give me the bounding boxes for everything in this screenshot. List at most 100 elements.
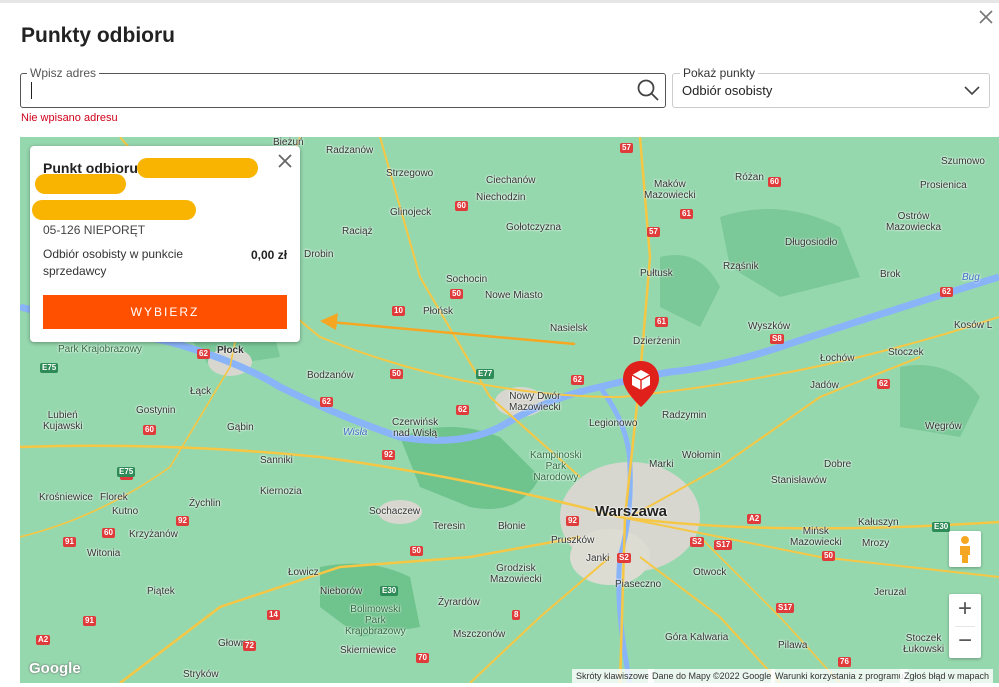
- map-label-gabin: Gąbin: [227, 422, 254, 433]
- address-field-label: Wpisz adres: [27, 66, 100, 80]
- google-logo: Google: [29, 660, 81, 677]
- map-label-grodzisk: Grodzisk Mazowiecki: [490, 563, 542, 585]
- map-label-ostrow: Ostrów Mazowiecka: [886, 211, 942, 233]
- map-label-dzierzenin: Dzierżenin: [633, 336, 681, 347]
- road-shield: 60: [143, 425, 156, 435]
- road-shield: E77: [476, 369, 495, 379]
- map-label-zychlin: Żychlin: [189, 498, 221, 509]
- map-label-kiernozia: Kiernozia: [260, 486, 302, 497]
- map-label-brok: Brok: [880, 269, 901, 280]
- map-label-ciechanow: Ciechanów: [486, 175, 536, 186]
- map-label-park-krajobrazowy: Park Krajobrazowy: [58, 344, 142, 355]
- map-label-wisla: Wisła: [343, 427, 368, 438]
- popup-postal-address: 05-126 NIEPORĘT: [43, 223, 146, 237]
- road-shield: 50: [410, 546, 423, 556]
- map-label-wegrow: Węgrów: [925, 421, 962, 432]
- report-error-link[interactable]: Zgłoś błąd w mapach: [900, 669, 994, 683]
- pickup-points-dialog: Punkty odbioru Wpisz adres Nie wpisano a…: [0, 0, 999, 687]
- redaction-mark: [32, 200, 196, 220]
- map-label-radzymin: Radzymin: [662, 410, 707, 421]
- road-shield: E75: [117, 467, 136, 477]
- road-shield: 92: [566, 516, 579, 526]
- map-label-dobre: Dobre: [824, 459, 852, 470]
- terms-link[interactable]: Warunki korzystania z programu: [771, 669, 908, 683]
- road-shield: 62: [320, 397, 333, 407]
- map-label-niechodzin: Niechodzin: [476, 192, 526, 203]
- map-label-golotczyzna: Gołotczyzna: [506, 222, 562, 233]
- road-shield: 62: [571, 375, 584, 385]
- dialog-title: Punkty odbioru: [21, 24, 175, 47]
- map-label-rozan: Różan: [735, 172, 764, 183]
- map-label-piatek: Piątek: [147, 586, 175, 597]
- road-shield: 61: [680, 209, 693, 219]
- map-label-krzyzanow: Krzyżanów: [129, 529, 178, 540]
- map-label-wolomin: Wołomin: [682, 450, 721, 461]
- road-shield: 76: [838, 657, 851, 667]
- keyboard-shortcuts-link[interactable]: Skróty klawiszowe: [572, 669, 654, 683]
- map-label-bodzanow: Bodzanów: [307, 370, 354, 381]
- road-shield: 57: [647, 227, 660, 237]
- road-shield: 62: [197, 349, 210, 359]
- map-label-stanislawow: Stanisławów: [771, 475, 827, 486]
- map-label-lubien: Lubień Kujawski: [43, 410, 83, 432]
- road-shield: 70: [416, 653, 429, 663]
- map-label-kutno: Kutno: [112, 506, 139, 517]
- map-label-pilawa: Pilawa: [778, 640, 808, 651]
- road-shield: 60: [455, 201, 468, 211]
- road-shield: 62: [456, 405, 469, 415]
- close-icon[interactable]: [975, 6, 997, 28]
- road-shield: S2: [617, 553, 631, 563]
- address-input[interactable]: [30, 80, 620, 102]
- map-label-bug: Bug: [962, 272, 980, 283]
- redaction-mark: [137, 158, 258, 178]
- zoom-controls: + −: [949, 594, 981, 658]
- road-shield: S2: [690, 537, 704, 547]
- road-shield: 50: [450, 289, 463, 299]
- map-label-pultusk: Pułtusk: [640, 268, 673, 279]
- map-label-sochaczew: Sochaczew: [369, 506, 421, 517]
- road-shield: 50: [390, 369, 403, 379]
- road-shield: 60: [768, 177, 781, 187]
- map-label-nowemiasto: Nowe Miasto: [485, 290, 543, 301]
- points-filter-value[interactable]: Odbiór osobisty: [682, 83, 772, 98]
- chevron-down-icon[interactable]: [963, 83, 981, 97]
- road-shield: A2: [747, 514, 762, 524]
- map-label-blonie: Błonie: [498, 521, 526, 532]
- map-label-kampinos: Kampinoski Park Narodowy: [530, 450, 582, 483]
- road-shield: A2: [36, 635, 51, 645]
- map-label-bolimowski: Bolimowski Park Krajobrazowy: [345, 604, 406, 637]
- map-label-sanniki: Sanniki: [260, 455, 293, 466]
- points-filter-label: Pokaż punkty: [680, 66, 759, 80]
- map-label-florek: Florek: [100, 492, 128, 503]
- road-shield: 60: [102, 528, 115, 538]
- map-label-lack: Łąck: [190, 386, 212, 397]
- close-icon[interactable]: [276, 152, 294, 170]
- road-shield: 92: [176, 516, 189, 526]
- road-shield: 72: [243, 641, 256, 651]
- map-label-nieborow: Nieborów: [320, 586, 363, 597]
- road-shield: 61: [655, 317, 668, 327]
- road-shield: 91: [83, 616, 96, 626]
- map-label-warszawa: Warszawa: [595, 503, 667, 520]
- road-shield: 91: [63, 537, 76, 547]
- map-label-zyrardow: Żyrardów: [438, 597, 480, 608]
- map-pin-icon[interactable]: [621, 359, 661, 409]
- map-label-mszczonow: Mszczonów: [453, 629, 506, 640]
- street-view-button[interactable]: [949, 531, 981, 567]
- map-label-szumowo: Szumowo: [941, 156, 985, 167]
- map-label-otwock: Otwock: [693, 567, 727, 578]
- select-point-button[interactable]: WYBIERZ: [43, 295, 287, 329]
- map-label-strzegowo: Strzegowo: [386, 168, 434, 179]
- top-divider: [0, 0, 999, 3]
- map-label-minsk: Mińsk Mazowiecki: [790, 526, 842, 548]
- map-label-stoczek-lukowski: Stoczek Łukowski: [903, 633, 945, 655]
- road-shield: 62: [877, 379, 890, 389]
- zoom-out-button[interactable]: −: [949, 627, 981, 658]
- road-shield: 92: [382, 450, 395, 460]
- search-icon[interactable]: [636, 78, 661, 103]
- road-shield: 50: [822, 551, 835, 561]
- map-label-plonsk: Płońsk: [423, 306, 454, 317]
- road-shield: S8: [770, 334, 784, 344]
- zoom-in-button[interactable]: +: [949, 594, 981, 626]
- address-error: Nie wpisano adresu: [21, 112, 118, 124]
